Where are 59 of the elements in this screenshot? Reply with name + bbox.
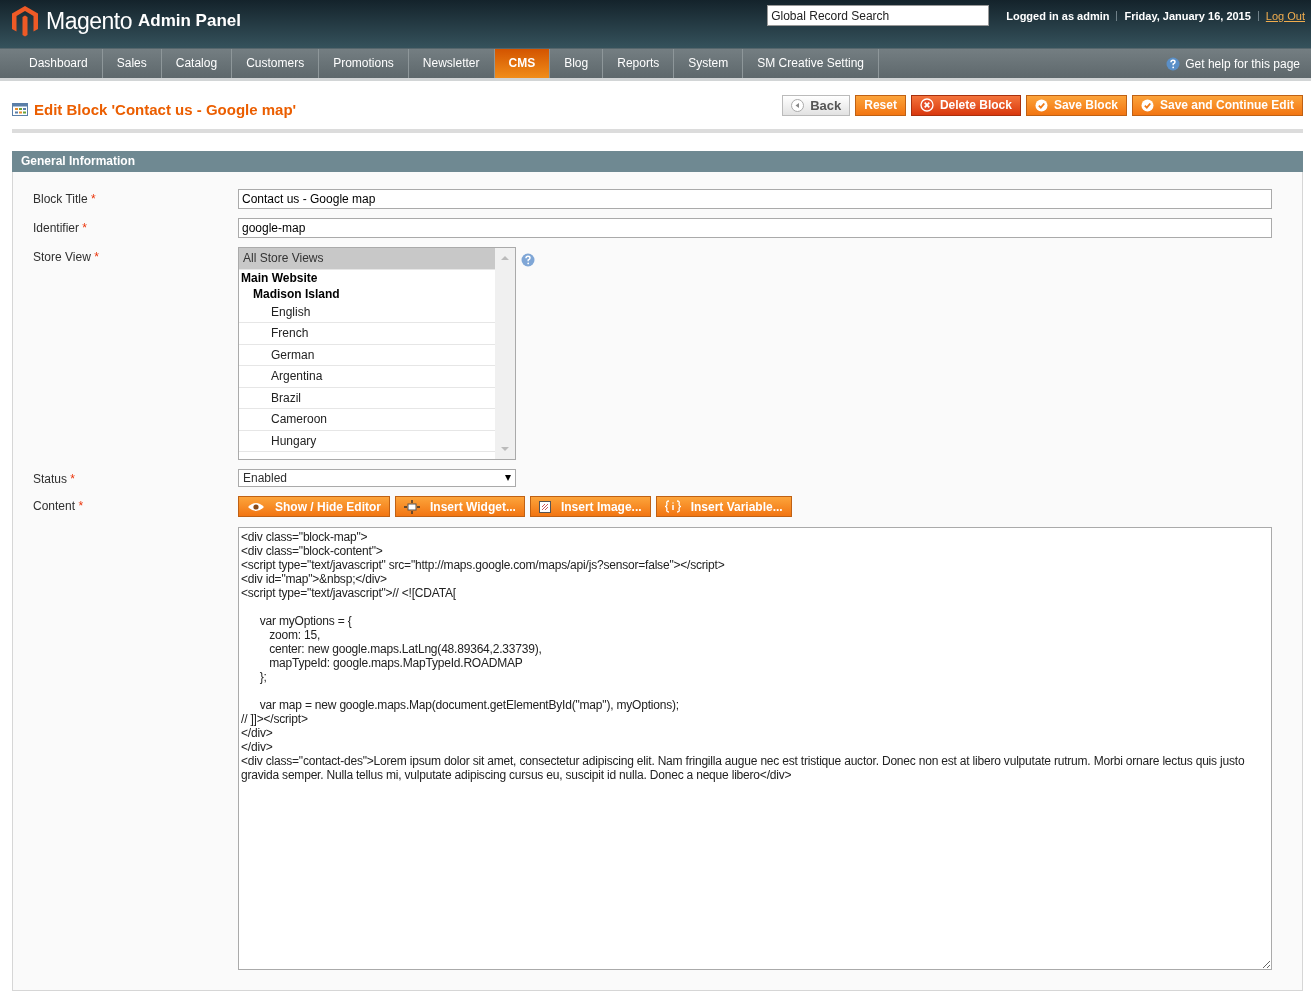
nav-tab[interactable]: Promotions	[319, 49, 409, 78]
text-field[interactable]: Contact us - Google map	[238, 189, 1272, 209]
list-option[interactable]: French	[239, 323, 495, 345]
option-group-label: Madison Island	[252, 285, 341, 302]
logo-subtitle: Admin Panel	[138, 11, 241, 31]
variable-icon	[664, 500, 681, 513]
help-icon	[521, 253, 535, 267]
field-label: Store View *	[33, 249, 100, 264]
section-header: General Information	[12, 151, 1303, 172]
list-option[interactable]: All Store Views	[239, 248, 495, 270]
nav-tab[interactable]: Newsletter	[408, 49, 495, 78]
nav-tab[interactable]: Reports	[603, 49, 675, 78]
scrollbar[interactable]	[495, 248, 515, 459]
field-label: Block Title *	[33, 191, 97, 206]
nav-tab[interactable]: Catalog	[161, 49, 233, 78]
option-group-label: Main Website	[240, 269, 319, 286]
back-icon	[791, 98, 805, 112]
list-option[interactable]: Argentina	[239, 366, 495, 388]
help-icon	[1166, 56, 1181, 71]
nav-tab[interactable]: System	[674, 49, 744, 78]
user-status: Logged in as admin	[1006, 9, 1110, 22]
insert-variable-button[interactable]: Insert Variable...	[655, 496, 792, 517]
check-icon	[1141, 98, 1154, 112]
eye-icon	[247, 501, 265, 512]
help-link[interactable]: Get help for this page	[1185, 56, 1300, 71]
caret-icon	[505, 475, 511, 481]
field-label: Status *	[33, 471, 77, 486]
list-option[interactable]: Cameroon	[239, 409, 495, 431]
status-dropdown[interactable]: Enabled	[238, 469, 516, 487]
widget-icon	[404, 499, 420, 514]
nav-tab[interactable]: Customers	[232, 49, 320, 78]
nav-tab[interactable]: Sales	[102, 49, 162, 78]
text-field[interactable]: google-map	[238, 218, 1272, 238]
search-field[interactable]: Global Record Search	[767, 5, 990, 26]
image-icon	[538, 500, 551, 513]
close-icon	[919, 98, 934, 112]
date-text: Friday, January 16, 2015	[1124, 9, 1251, 22]
list-option[interactable]: German	[239, 344, 495, 366]
field-label: Identifier *	[33, 220, 89, 235]
delete-button[interactable]: Delete Block	[910, 94, 1021, 116]
grid-icon	[12, 102, 28, 116]
logout-link[interactable]: Log Out	[1265, 9, 1305, 22]
insert-widget-button[interactable]: Insert Widget...	[395, 496, 525, 517]
insert-image-button[interactable]: Insert Image...	[529, 496, 651, 517]
logo-text: Magento	[46, 7, 132, 35]
nav-tab[interactable]: Blog	[550, 49, 604, 78]
nav-tab[interactable]: CMS	[494, 49, 551, 78]
list-option[interactable]: Hungary	[239, 430, 495, 452]
store-view-list[interactable]: All Store Views Main Website Madison Island English French German Argentina Brazil Cameroon Hungary	[238, 247, 516, 460]
logo-icon	[11, 5, 39, 37]
back-button[interactable]: Back	[782, 94, 851, 116]
list-option[interactable]: Brazil	[239, 387, 495, 409]
list-option[interactable]: English	[239, 301, 495, 323]
page-title: Edit Block 'Contact us - Google map'	[34, 100, 297, 118]
check-icon	[1034, 98, 1048, 112]
nav-tab[interactable]: Dashboard	[15, 49, 103, 78]
field-label: Content *	[33, 498, 85, 513]
nav-tab[interactable]: SM Creative Setting	[743, 49, 879, 78]
content-editor[interactable]: <div class="block-map"> <div class="block-content"> <script type="text/javascript" src="http://maps.google.com/maps/api/js?sensor=false"></script> <div id="map">&nbsp;</div> <script type="text/javascript">// <![CDATA[ var myOptions = { zoom: 15, center: new google.maps.LatLng(48.89364,2.33739), mapTypeId: google.maps.MapTypeId.ROADMAP }; var map = new google.maps.Map(document.getElementById("map"), myOptions); // ]]></script> </div> </div> <div class="contact-des">Lorem ipsum dolor sit amet, consectetur adipiscing elit. Nam fringilla augue nec est tristique auctor. Donec non est at libero vulputate rutrum. Morbi ornare lectus quis justo gravida semper. Nulla tellus mi, vulputate adipiscing cursus eu, suscipit id nulla. Donec a neque libero</div>	[238, 527, 1272, 970]
